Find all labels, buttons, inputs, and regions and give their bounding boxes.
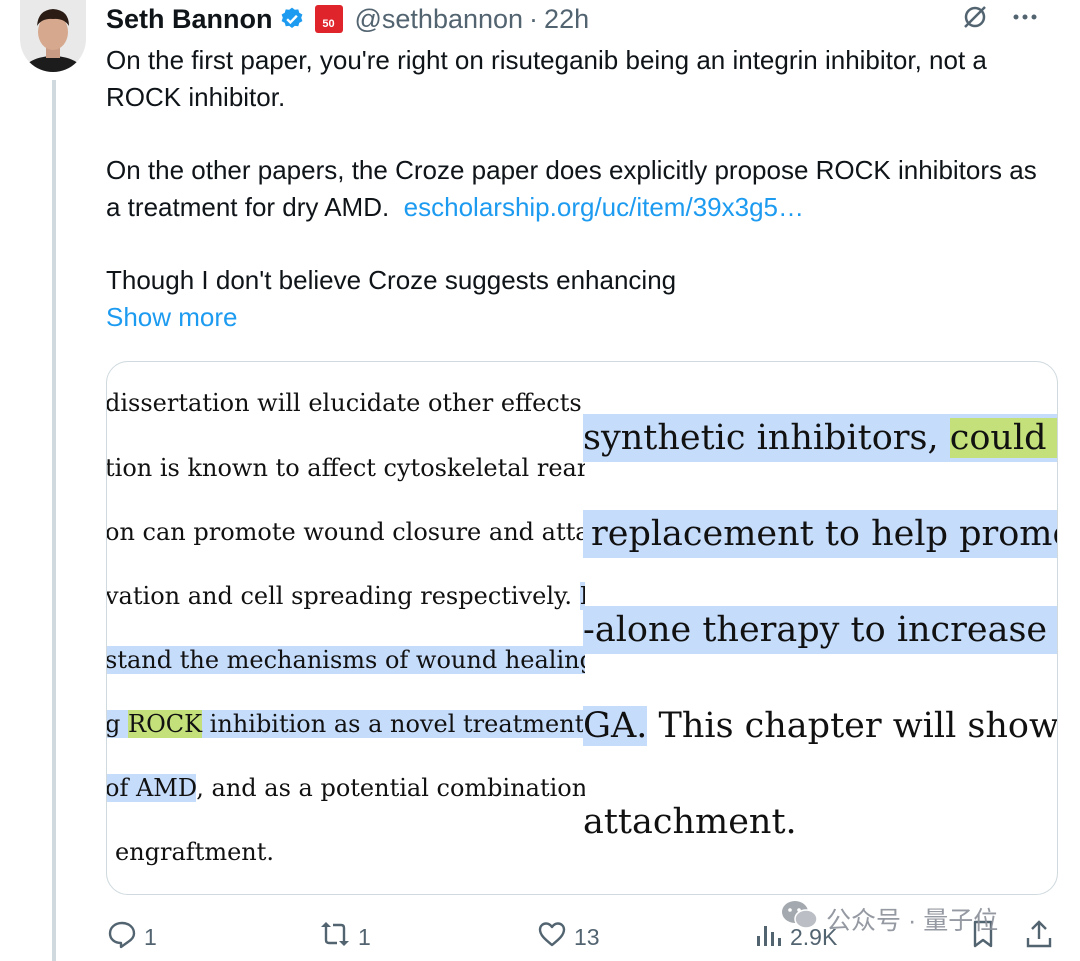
- repost-icon: [318, 918, 352, 956]
- doc-text: vation and cell spreading respectively.: [107, 582, 580, 610]
- doc-line: -alone therapy to increase p: [583, 610, 1057, 650]
- tweet-paragraph-3: Though I don't believe Croze suggests en…: [106, 265, 677, 295]
- watermark-text: 公众号 · 量子位: [826, 906, 999, 935]
- doc-line: on can promote wound closure and attac: [107, 518, 585, 546]
- doc-text: , and as a potential combinational: [196, 774, 585, 802]
- doc-line-highlight: stand the mechanisms of wound healing a: [107, 646, 585, 674]
- document-excerpt-right: synthetic inhibitors, could p replacemen…: [583, 362, 1057, 894]
- doc-line: dissertation will elucidate other effect…: [107, 389, 585, 417]
- doc-line: vation and cell spreading respectively. …: [107, 582, 585, 610]
- repost-button[interactable]: 1: [318, 915, 371, 959]
- separator-dot: ·: [529, 3, 539, 34]
- doc-highlight-green: ROCK: [128, 710, 203, 738]
- tweet-header: Seth Bannon 50 @sethbannon · 22h: [106, 2, 1066, 36]
- share-icon: [1024, 918, 1054, 956]
- tweet-link[interactable]: escholarship.org/uc/item/39x3g5…: [404, 192, 804, 222]
- author-name[interactable]: Seth Bannon: [106, 4, 273, 35]
- doc-highlight: of AMD: [107, 774, 197, 802]
- doc-text: This chapter will show: [647, 706, 1058, 746]
- doc-text: g: [107, 710, 128, 738]
- doc-line: tion is known to affect cytoskeletal rea…: [107, 454, 585, 482]
- doc-line-highlight: g ROCK inhibition as a novel treatment f…: [107, 710, 585, 738]
- document-excerpt-left: dissertation will elucidate other effect…: [107, 362, 585, 894]
- mute-icon[interactable]: [960, 2, 990, 37]
- show-more-link[interactable]: Show more: [106, 299, 1056, 336]
- like-icon: [536, 918, 568, 956]
- doc-line: replacement to help promo: [591, 514, 1057, 554]
- avatar[interactable]: [20, 0, 86, 72]
- verified-icon: [279, 6, 305, 32]
- tweet-paragraph-1: On the first paper, you're right on risu…: [106, 45, 987, 112]
- doc-highlight: GA.: [583, 706, 648, 746]
- doc-line: GA. This chapter will show: [583, 706, 1057, 746]
- doc-line: synthetic inhibitors, could p: [583, 418, 1057, 458]
- doc-line: attachment.: [583, 802, 797, 842]
- doc-text: inhibition as a novel treatment fo: [202, 710, 585, 738]
- media-attachment[interactable]: dissertation will elucidate other effect…: [106, 361, 1058, 895]
- reply-icon: [106, 918, 138, 956]
- tweet-text: On the first paper, you're right on risu…: [106, 42, 1056, 336]
- timestamp[interactable]: 22h: [544, 4, 589, 35]
- thread-line: [52, 80, 56, 961]
- tweet-paragraph-2: On the other papers, the Croze paper doe…: [106, 152, 1056, 226]
- doc-line: engraftment.: [115, 838, 275, 866]
- header-actions: [960, 2, 1040, 37]
- author-handle[interactable]: @sethbannon: [355, 4, 524, 35]
- share-button[interactable]: [1024, 915, 1054, 959]
- like-count: 13: [574, 923, 600, 950]
- affiliate-badge[interactable]: 50: [314, 5, 343, 33]
- watermark: 公众号 · 量子位: [780, 898, 998, 939]
- reply-count: 1: [144, 923, 157, 950]
- doc-text: synthetic inhibitors,: [583, 418, 950, 458]
- repost-count: 1: [358, 923, 371, 950]
- wechat-icon: [780, 898, 820, 939]
- like-button[interactable]: 13: [536, 915, 600, 959]
- more-icon[interactable]: [1010, 2, 1040, 37]
- doc-highlight-green: could p: [949, 418, 1057, 458]
- reply-button[interactable]: 1: [106, 915, 157, 959]
- badge-label: 50: [322, 18, 335, 30]
- doc-line: of AMD, and as a potential combinational: [107, 774, 585, 802]
